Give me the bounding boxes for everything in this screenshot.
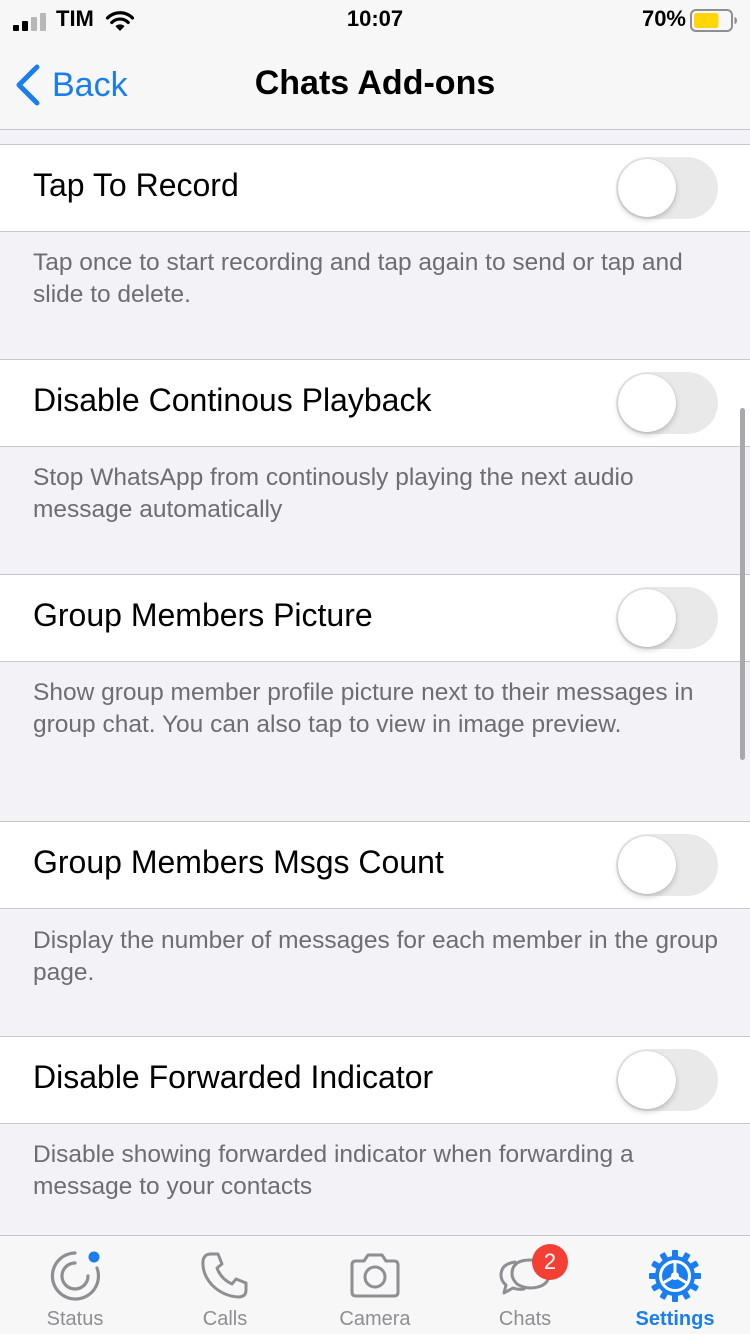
setting-row-group-members-picture[interactable]: Group Members Picture [0, 574, 750, 662]
tab-calls[interactable]: Calls [150, 1236, 300, 1334]
tab-label: Settings [635, 1308, 715, 1330]
battery-icon [690, 9, 737, 32]
disable-continous-playback-toggle[interactable] [616, 372, 718, 434]
gear-icon [649, 1250, 701, 1302]
setting-description: Stop WhatsApp from continously playing t… [33, 464, 634, 523]
setting-description: Disable showing forwarded indicator when… [33, 1141, 634, 1200]
unread-badge: 2 [532, 1244, 568, 1280]
setting-row-disable-forwarded-indicator[interactable]: Disable Forwarded Indicator [0, 1036, 750, 1124]
clock: 10:07 [346, 6, 404, 31]
page-title: Chats Add-ons [254, 64, 496, 102]
setting-label: Disable Forwarded Indicator [33, 1059, 434, 1095]
disable-forwarded-indicator-toggle[interactable] [616, 1049, 718, 1111]
tab-status[interactable]: Status [0, 1236, 150, 1334]
settings-list[interactable]: Tap To Record Tap once to start recordin… [0, 131, 750, 1235]
setting-label: Group Members Picture [33, 597, 373, 633]
toggle-knob [618, 836, 676, 894]
camera-icon [350, 1253, 400, 1298]
toggle-knob [618, 1051, 676, 1109]
group-members-msgs-count-toggle[interactable] [616, 834, 718, 896]
setting-row-tap-to-record[interactable]: Tap To Record [0, 144, 750, 232]
tap-to-record-toggle[interactable] [616, 157, 718, 219]
setting-description: Show group member profile picture next t… [33, 679, 694, 738]
tab-label: Status [46, 1308, 104, 1330]
setting-description: Tap once to start recording and tap agai… [33, 249, 683, 308]
group-members-picture-toggle[interactable] [616, 587, 718, 649]
scroll-indicator[interactable] [740, 408, 745, 760]
toggle-knob [618, 589, 676, 647]
setting-row-group-members-msgs-count[interactable]: Group Members Msgs Count [0, 821, 750, 909]
phone-icon [201, 1252, 248, 1299]
toggle-knob [618, 374, 676, 432]
tab-camera[interactable]: Camera [300, 1236, 450, 1334]
tab-label: Camera [339, 1308, 411, 1330]
setting-label: Tap To Record [33, 167, 239, 203]
status-bar: TIM 10:07 70% [0, 0, 750, 42]
tab-bar: Status Calls Camera 2 Chats Settings [0, 1235, 750, 1334]
tab-settings[interactable]: Settings [600, 1236, 750, 1334]
toggle-knob [618, 159, 676, 217]
setting-row-disable-continous-playback[interactable]: Disable Continous Playback [0, 359, 750, 447]
setting-label: Group Members Msgs Count [33, 844, 444, 880]
battery-percentage: 70% [641, 6, 686, 31]
tab-label: Chats [498, 1308, 552, 1330]
setting-description: Display the number of messages for each … [33, 927, 718, 986]
tab-label: Calls [202, 1308, 248, 1330]
navigation-bar: Back Chats Add-ons [0, 42, 750, 130]
setting-label: Disable Continous Playback [33, 382, 432, 418]
tab-chats[interactable]: 2 Chats [450, 1236, 600, 1334]
status-icon [50, 1251, 101, 1301]
